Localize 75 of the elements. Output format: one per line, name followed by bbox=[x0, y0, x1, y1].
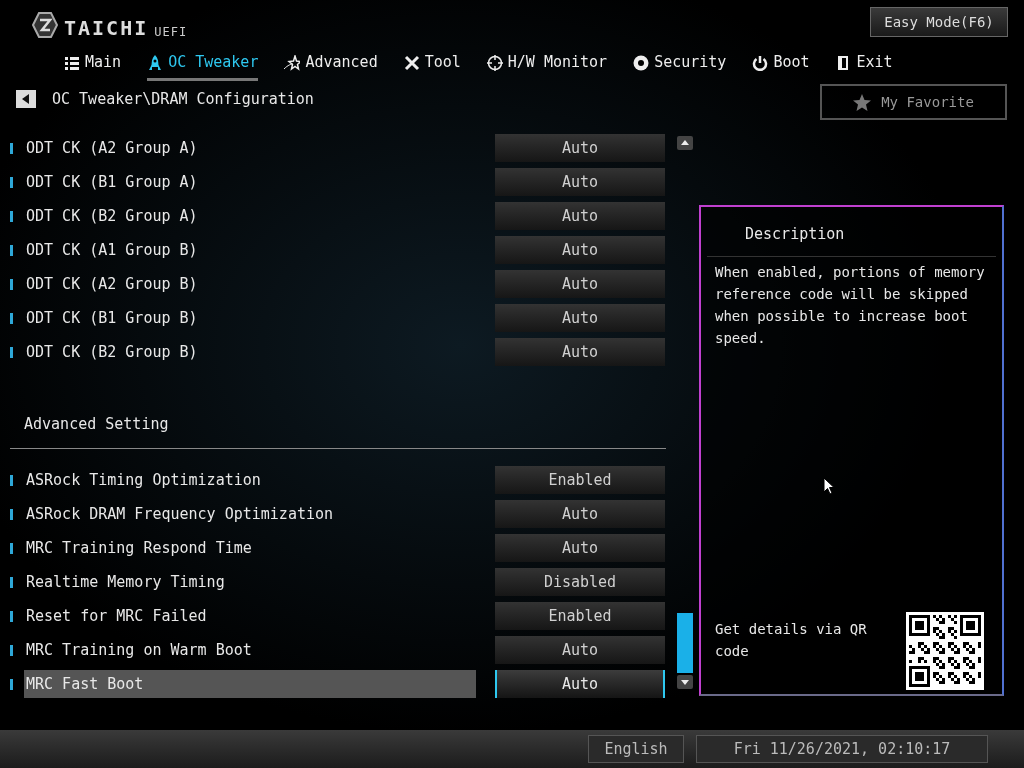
menu-tab[interactable]: Security bbox=[633, 47, 727, 81]
my-favorite-button[interactable]: My Favorite bbox=[820, 84, 1007, 120]
setting-label[interactable]: Reset for MRC Failed bbox=[24, 602, 476, 630]
menu-tab[interactable]: Exit bbox=[835, 47, 893, 81]
row-marker-icon bbox=[10, 644, 13, 656]
description-title: Description bbox=[707, 207, 996, 257]
setting-label[interactable]: ASRock DRAM Frequency Optimization bbox=[24, 500, 476, 528]
crosshair-icon bbox=[486, 54, 503, 71]
setting-label[interactable]: ODT CK (A2 Group A) bbox=[24, 134, 476, 162]
badge-icon bbox=[633, 54, 650, 71]
setting-label[interactable]: ODT CK (A2 Group B) bbox=[24, 270, 476, 298]
setting-value-button[interactable]: Auto bbox=[495, 168, 665, 196]
setting-value-button[interactable]: Auto bbox=[495, 270, 665, 298]
logo-icon bbox=[32, 12, 58, 38]
logo-text: TAICHI bbox=[64, 18, 149, 38]
row-marker-icon bbox=[10, 278, 13, 290]
qr-hint-text: Get details via QR code bbox=[715, 620, 868, 661]
language-button[interactable]: English bbox=[588, 735, 684, 763]
row-marker-icon bbox=[10, 474, 13, 486]
menu-tab[interactable]: Tool bbox=[403, 47, 461, 81]
list-icon bbox=[64, 54, 80, 71]
easy-mode-button[interactable]: Easy Mode(F6) bbox=[870, 7, 1008, 37]
rocket-icon bbox=[147, 54, 164, 71]
setting-label[interactable]: ODT CK (B2 Group A) bbox=[24, 202, 476, 230]
star-icon bbox=[284, 54, 301, 71]
description-text: When enabled, portions of memory reference code will be skipped when possible to increase boot speed. bbox=[714, 262, 986, 348]
star-icon bbox=[853, 93, 872, 111]
row-marker-icon bbox=[10, 508, 13, 520]
setting-label[interactable]: ODT CK (A1 Group B) bbox=[24, 236, 476, 264]
menu-tab[interactable]: Boot bbox=[752, 47, 810, 81]
breadcrumb: OC Tweaker\DRAM Configuration bbox=[52, 89, 314, 110]
setting-label[interactable]: MRC Fast Boot bbox=[24, 670, 476, 698]
setting-label[interactable]: ODT CK (B2 Group B) bbox=[24, 338, 476, 366]
setting-value-button[interactable]: Auto bbox=[495, 670, 665, 698]
setting-label[interactable]: ODT CK (B1 Group B) bbox=[24, 304, 476, 332]
row-marker-icon bbox=[10, 142, 13, 154]
row-marker-icon bbox=[10, 312, 13, 324]
setting-value-button[interactable]: Auto bbox=[495, 202, 665, 230]
scroll-down-icon[interactable] bbox=[677, 675, 693, 689]
setting-value-button[interactable]: Auto bbox=[495, 236, 665, 264]
setting-value-button[interactable]: Enabled bbox=[495, 602, 665, 630]
setting-value-button[interactable]: Auto bbox=[495, 500, 665, 528]
row-marker-icon bbox=[10, 610, 13, 622]
row-marker-icon bbox=[10, 576, 13, 588]
setting-label[interactable]: ODT CK (B1 Group A) bbox=[24, 168, 476, 196]
section-heading: Advanced Setting bbox=[23, 414, 170, 436]
datetime-display: Fri 11/26/2021, 02:10:17 bbox=[696, 735, 988, 763]
logo-suffix: UEFI bbox=[154, 26, 188, 38]
setting-label[interactable]: MRC Training on Warm Boot bbox=[24, 636, 476, 664]
setting-value-button[interactable]: Auto bbox=[495, 338, 665, 366]
setting-value-button[interactable]: Disabled bbox=[495, 568, 665, 596]
row-marker-icon bbox=[10, 176, 13, 188]
menu-tab[interactable]: Main bbox=[64, 47, 122, 81]
setting-value-button[interactable]: Auto bbox=[495, 134, 665, 162]
tools-icon bbox=[403, 54, 420, 71]
setting-label[interactable]: ASRock Timing Optimization bbox=[24, 466, 476, 494]
row-marker-icon bbox=[10, 210, 13, 222]
menu-tab[interactable]: H/W Monitor bbox=[486, 47, 608, 81]
menu-tab[interactable]: Advanced bbox=[284, 47, 378, 81]
row-marker-icon bbox=[10, 542, 13, 554]
setting-label[interactable]: Realtime Memory Timing bbox=[24, 568, 476, 596]
row-marker-icon bbox=[10, 244, 13, 256]
scrollbar-thumb[interactable] bbox=[677, 613, 693, 673]
back-icon[interactable] bbox=[16, 90, 36, 109]
row-marker-icon bbox=[10, 346, 13, 358]
power-icon bbox=[752, 54, 769, 71]
setting-value-button[interactable]: Auto bbox=[495, 636, 665, 664]
scroll-up-icon[interactable] bbox=[677, 136, 693, 150]
setting-label[interactable]: MRC Training Respond Time bbox=[24, 534, 476, 562]
mouse-cursor-icon bbox=[823, 477, 835, 495]
setting-value-button[interactable]: Auto bbox=[495, 304, 665, 332]
setting-value-button[interactable]: Auto bbox=[495, 534, 665, 562]
row-marker-icon bbox=[10, 678, 13, 690]
menu-tab[interactable]: OC Tweaker bbox=[147, 47, 259, 81]
setting-value-button[interactable]: Enabled bbox=[495, 466, 665, 494]
